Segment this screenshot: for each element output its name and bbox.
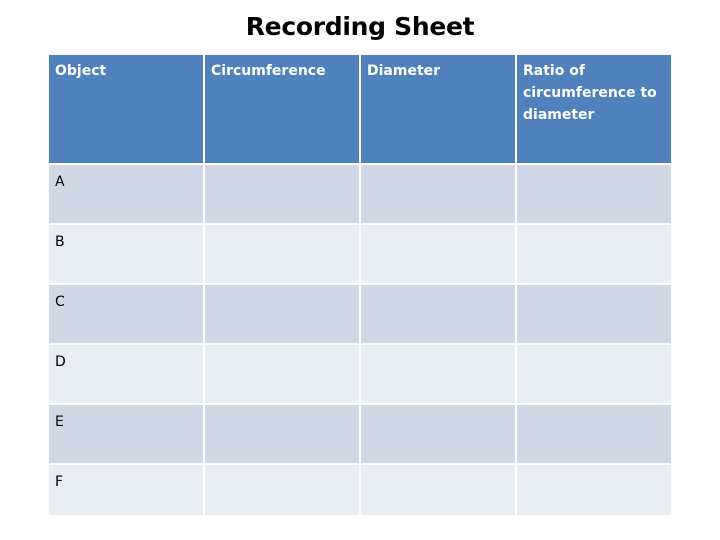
cell-ratio[interactable] [517,165,671,223]
table-row: C [49,285,671,343]
table-row: B [49,225,671,283]
header-row: Object Circumference Diameter Ratio of c… [49,55,671,163]
cell-diameter[interactable] [361,225,515,283]
cell-object: F [49,465,203,515]
header-diameter: Diameter [361,55,515,163]
table-row: E [49,405,671,463]
cell-ratio[interactable] [517,225,671,283]
cell-ratio[interactable] [517,285,671,343]
cell-diameter[interactable] [361,465,515,515]
header-circumference: Circumference [205,55,359,163]
cell-ratio[interactable] [517,465,671,515]
cell-circumference[interactable] [205,465,359,515]
cell-circumference[interactable] [205,285,359,343]
cell-object: E [49,405,203,463]
page-title: Recording Sheet [245,12,475,41]
cell-object: C [49,285,203,343]
cell-ratio[interactable] [517,405,671,463]
recording-table: Object Circumference Diameter Ratio of c… [47,53,673,517]
cell-circumference[interactable] [205,225,359,283]
cell-object: D [49,345,203,403]
cell-diameter[interactable] [361,285,515,343]
cell-circumference[interactable] [205,345,359,403]
header-object: Object [49,55,203,163]
cell-circumference[interactable] [205,405,359,463]
header-ratio: Ratio of circumference to diameter [517,55,671,163]
cell-object: A [49,165,203,223]
table-row: F [49,465,671,515]
cell-object: B [49,225,203,283]
cell-circumference[interactable] [205,165,359,223]
cell-diameter[interactable] [361,165,515,223]
cell-diameter[interactable] [361,345,515,403]
cell-diameter[interactable] [361,405,515,463]
cell-ratio[interactable] [517,345,671,403]
table-row: A [49,165,671,223]
table-row: D [49,345,671,403]
